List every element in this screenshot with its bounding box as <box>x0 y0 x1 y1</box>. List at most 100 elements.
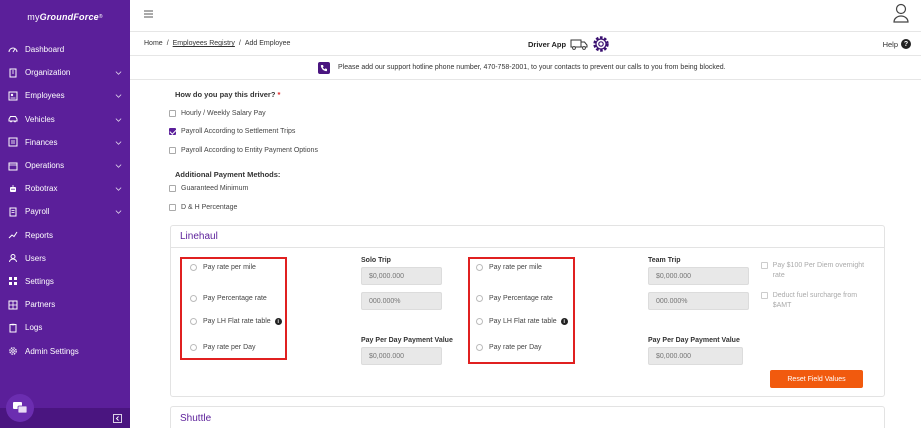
team-radio-flat-rate-table[interactable]: Pay LH Flat rate table i <box>476 318 568 325</box>
sidebar-item-label: Vehicles <box>25 114 55 124</box>
payment-option-hourly[interactable]: Hourly / Weekly Salary Pay <box>169 110 266 117</box>
radio-button[interactable] <box>476 295 483 302</box>
team-radio-per-day[interactable]: Pay rate per Day <box>476 344 542 351</box>
phone-icon <box>318 61 330 74</box>
checkbox-disabled[interactable] <box>761 292 768 299</box>
checkbox[interactable] <box>169 110 176 117</box>
chevron-down-icon <box>115 71 122 76</box>
additional-option-dh-percentage[interactable]: D & H Percentage <box>169 204 237 211</box>
help-icon: ? <box>901 39 911 49</box>
top-bar <box>130 0 921 32</box>
payroll-icon <box>8 207 18 217</box>
gear-icon[interactable] <box>591 34 611 54</box>
team-per-day-input[interactable] <box>648 347 743 365</box>
sidebar-item-dashboard[interactable]: Dashboard <box>0 38 130 61</box>
chart-icon <box>8 230 18 240</box>
reset-field-values-button[interactable]: Reset Field Values <box>770 370 863 388</box>
app-logo[interactable]: my GroundForce ® <box>0 0 130 34</box>
info-icon[interactable]: i <box>560 318 568 325</box>
radio-label: Pay rate per mile <box>489 264 542 271</box>
sidebar-item-organization[interactable]: Organization <box>0 61 130 84</box>
breadcrumb-bar: Home / Employees Registry / Add Employee… <box>130 32 921 56</box>
checkbox-disabled[interactable] <box>761 262 768 269</box>
finance-icon <box>8 137 18 147</box>
solo-radio-per-mile[interactable]: Pay rate per mile <box>190 264 256 271</box>
payment-option-label: Hourly / Weekly Salary Pay <box>181 110 266 117</box>
solo-radio-percentage[interactable]: Pay Percentage rate <box>190 295 267 302</box>
sidebar-item-settings[interactable]: Settings <box>0 270 130 293</box>
sidebar-item-users[interactable]: Users <box>0 247 130 270</box>
radio-label: Pay rate per Day <box>203 344 256 351</box>
per-diem-option[interactable]: Pay $100 Per Diem overnight rate <box>761 261 871 281</box>
team-radio-percentage[interactable]: Pay Percentage rate <box>476 295 553 302</box>
shuttle-panel: Shuttle <box>170 406 885 428</box>
radio-label: Pay Percentage rate <box>489 295 553 302</box>
fuel-surcharge-option[interactable]: Deduct fuel surcharge from $AMT <box>761 291 871 311</box>
chat-icon <box>13 402 28 414</box>
solo-trip-label: Solo Trip <box>361 257 391 264</box>
radio-button[interactable] <box>190 344 197 351</box>
breadcrumb-current: Add Employee <box>244 40 291 47</box>
sidebar-item-partners[interactable]: Partners <box>0 293 130 316</box>
payment-option-label: Payroll According to Entity Payment Opti… <box>181 147 318 154</box>
checkbox[interactable] <box>169 204 176 211</box>
checkbox[interactable] <box>169 185 176 192</box>
help-link[interactable]: Help ? <box>883 32 911 56</box>
radio-button[interactable] <box>476 344 483 351</box>
breadcrumb-employees-registry[interactable]: Employees Registry <box>173 40 235 47</box>
sidebar-item-employees[interactable]: Employees <box>0 84 130 107</box>
solo-radio-flat-rate-table[interactable]: Pay LH Flat rate table i <box>190 318 282 325</box>
sidebar-item-label: Employees <box>25 91 65 101</box>
checkbox[interactable] <box>169 147 176 154</box>
info-icon[interactable]: i <box>274 318 282 325</box>
team-percent-input[interactable] <box>648 292 749 310</box>
sidebar-item-vehicles[interactable]: Vehicles <box>0 108 130 131</box>
additional-option-guaranteed-minimum[interactable]: Guaranteed Minimum <box>169 185 248 192</box>
help-label: Help <box>882 39 898 49</box>
hamburger-menu-icon[interactable] <box>144 9 153 19</box>
driver-app-link[interactable]: Driver App <box>528 32 611 56</box>
partners-icon <box>8 300 18 310</box>
payment-question: How do you pay this driver? * <box>175 90 280 99</box>
shuttle-title: Shuttle <box>180 412 212 424</box>
sidebar-item-reports[interactable]: Reports <box>0 224 130 247</box>
solo-percent-input[interactable] <box>361 292 442 310</box>
radio-label: Pay LH Flat rate table <box>489 318 557 325</box>
sidebar-item-operations[interactable]: Operations <box>0 154 130 177</box>
user-account-icon[interactable] <box>893 3 909 23</box>
radio-button[interactable] <box>190 295 197 302</box>
solo-per-day-input[interactable] <box>361 347 442 365</box>
solo-radio-per-day[interactable]: Pay rate per Day <box>190 344 256 351</box>
payment-option-entity[interactable]: Payroll According to Entity Payment Opti… <box>169 147 318 154</box>
chat-button[interactable] <box>6 394 34 422</box>
sidebar-item-logs[interactable]: Logs <box>0 316 130 339</box>
checkbox-checked[interactable] <box>169 128 176 135</box>
logo-prefix: my <box>27 12 40 22</box>
radio-button[interactable] <box>190 318 197 325</box>
radio-button[interactable] <box>190 264 197 271</box>
sidebar-item-label: Settings <box>25 276 54 286</box>
solo-rate-input[interactable] <box>361 267 442 285</box>
support-notice: Please add our support hotline phone num… <box>130 56 921 80</box>
sidebar-item-label: Payroll <box>25 207 50 217</box>
sidebar-item-label: Users <box>25 253 46 263</box>
sidebar-item-admin-settings[interactable]: Admin Settings <box>0 339 130 362</box>
team-trip-label: Team Trip <box>648 257 681 264</box>
per-diem-label: Pay $100 Per Diem overnight rate <box>772 262 865 279</box>
breadcrumb-home[interactable]: Home <box>144 40 163 47</box>
sidebar-item-payroll[interactable]: Payroll <box>0 200 130 223</box>
sidebar-item-label: Robotrax <box>25 184 58 194</box>
payment-question-label: How do you pay this driver? <box>175 90 276 99</box>
collapse-sidebar-icon[interactable] <box>113 413 122 423</box>
radio-label: Pay rate per Day <box>489 344 542 351</box>
radio-button[interactable] <box>476 264 483 271</box>
breadcrumb: Home / Employees Registry / Add Employee <box>144 40 290 47</box>
radio-button[interactable] <box>476 318 483 325</box>
sidebar-item-finances[interactable]: Finances <box>0 131 130 154</box>
sidebar-item-label: Organization <box>25 68 71 78</box>
team-radio-per-mile[interactable]: Pay rate per mile <box>476 264 542 271</box>
sidebar-item-robotrax[interactable]: Robotrax <box>0 177 130 200</box>
payment-option-settlement-trips[interactable]: Payroll According to Settlement Trips <box>169 128 295 135</box>
team-rate-input[interactable] <box>648 267 749 285</box>
breadcrumb-separator: / <box>166 40 169 47</box>
